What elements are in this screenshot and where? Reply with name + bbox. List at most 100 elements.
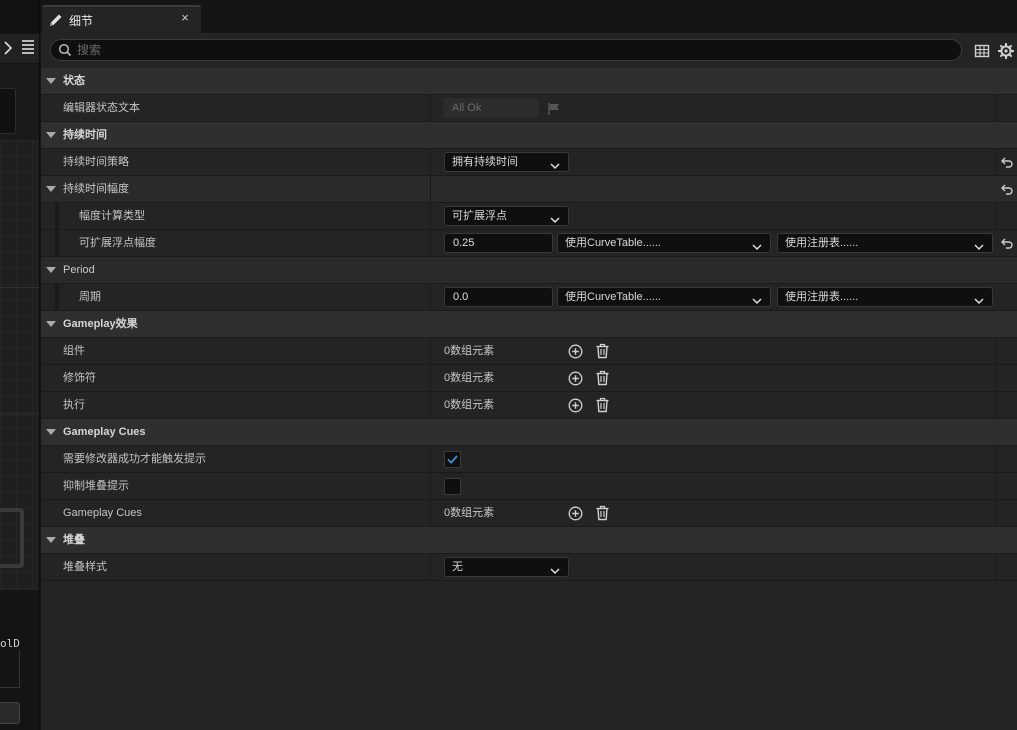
registry-dropdown[interactable]: 使用注册表...... (777, 233, 993, 253)
curve-table-dropdown[interactable]: 使用CurveTable...... (557, 287, 771, 307)
divider (0, 287, 39, 288)
property-label: Gameplay Cues (63, 507, 142, 519)
chevron-down-icon (974, 239, 984, 251)
dropdown-value: 使用注册表...... (785, 291, 859, 303)
category-label: 堆叠 (63, 534, 85, 546)
array-count: 0数组元素 (444, 399, 495, 411)
chevron-down-icon (550, 158, 560, 170)
magnitude-value-input[interactable]: 0.25 (444, 233, 553, 253)
stacking-type-dropdown[interactable]: 无 (444, 557, 569, 577)
property-label: 执行 (63, 399, 85, 411)
table-view-icon[interactable] (974, 43, 990, 59)
curve-table-dropdown[interactable]: 使用CurveTable...... (557, 233, 771, 253)
left-editor-strip: olD (0, 0, 40, 730)
category-label: Gameplay效果 (63, 318, 138, 330)
category-label: Gameplay Cues (63, 426, 146, 438)
trash-icon[interactable] (595, 505, 610, 521)
category-gameplay-effects[interactable]: Gameplay效果 (41, 311, 1017, 338)
property-gameplay-cues: Gameplay Cues 0数组元素 (41, 500, 1017, 527)
left-strip-small-button[interactable] (0, 702, 20, 724)
watermark-glyph (0, 508, 24, 568)
left-strip-box (0, 650, 20, 688)
property-label: 编辑器状态文本 (63, 102, 140, 114)
search-icon (58, 43, 72, 57)
dropdown-value: 无 (452, 561, 463, 573)
collapse-arrow-icon[interactable] (46, 537, 56, 543)
property-scalable-float-magnitude: 可扩展浮点幅度 0.25 使用CurveTable...... 使用注册表...… (41, 230, 1017, 257)
category-label: Period (63, 264, 95, 276)
reset-to-default-icon[interactable] (1000, 155, 1014, 169)
suppress-stacking-checkbox[interactable] (444, 478, 461, 495)
left-strip-top (0, 0, 39, 34)
property-editor-status-text: 编辑器状态文本 All Ok (41, 95, 1017, 122)
property-label: 堆叠样式 (63, 561, 107, 573)
collapse-arrow-icon[interactable] (46, 267, 56, 273)
dropdown-value: 拥有持续时间 (452, 156, 518, 168)
chevron-down-icon (550, 563, 560, 575)
property-label: 组件 (63, 345, 85, 357)
collapse-arrow-icon[interactable] (46, 132, 56, 138)
property-executions: 执行 0数组元素 (41, 392, 1017, 419)
property-label: 修饰符 (63, 372, 96, 384)
property-label: 幅度计算类型 (79, 210, 145, 222)
collapse-arrow-icon[interactable] (46, 321, 56, 327)
array-count: 0数组元素 (444, 372, 495, 384)
property-label: 周期 (79, 291, 101, 303)
panel-list-icon[interactable] (22, 40, 34, 56)
dropdown-value: 使用CurveTable...... (565, 237, 661, 249)
pencil-icon (48, 12, 64, 28)
add-element-icon[interactable] (568, 344, 583, 359)
calc-type-dropdown[interactable]: 可扩展浮点 (444, 206, 569, 226)
search-row (41, 33, 1017, 67)
tab-details[interactable]: 细节 × (42, 5, 201, 33)
collapse-arrow-icon[interactable] (46, 78, 56, 84)
search-input[interactable] (77, 42, 947, 58)
category-stacking[interactable]: 堆叠 (41, 527, 1017, 554)
category-gameplay-cues[interactable]: Gameplay Cues (41, 419, 1017, 446)
property-stacking-type: 堆叠样式 无 (41, 554, 1017, 581)
duration-policy-dropdown[interactable]: 拥有持续时间 (444, 152, 569, 172)
category-label: 状态 (63, 75, 85, 87)
close-icon[interactable]: × (177, 10, 193, 28)
collapse-arrow-icon[interactable] (46, 186, 56, 192)
period-value-input[interactable]: 0.0 (444, 287, 553, 307)
array-count: 0数组元素 (444, 507, 495, 519)
property-components: 组件 0数组元素 (41, 338, 1017, 365)
gear-icon[interactable] (997, 42, 1015, 60)
chevron-right-icon[interactable] (2, 39, 18, 59)
registry-dropdown[interactable]: 使用注册表...... (777, 287, 993, 307)
property-modifiers: 修饰符 0数组元素 (41, 365, 1017, 392)
property-suppress-stacking: 抑制堆叠提示 (41, 473, 1017, 500)
array-count: 0数组元素 (444, 345, 495, 357)
property-require-modifier-success: 需要修改器成功才能触发提示 (41, 446, 1017, 473)
category-period[interactable]: Period (41, 257, 1017, 284)
reset-to-default-icon[interactable] (1000, 236, 1014, 250)
property-label: 需要修改器成功才能触发提示 (63, 453, 206, 465)
add-element-icon[interactable] (568, 371, 583, 386)
category-status[interactable]: 状态 (41, 68, 1017, 95)
trash-icon[interactable] (595, 397, 610, 413)
chevron-down-icon (752, 293, 762, 305)
trash-icon[interactable] (595, 343, 610, 359)
category-label: 持续时间幅度 (63, 183, 129, 195)
collapse-arrow-icon[interactable] (46, 429, 56, 435)
add-element-icon[interactable] (568, 506, 583, 521)
require-modifier-success-checkbox[interactable] (444, 451, 461, 468)
subcategory-duration-magnitude[interactable]: 持续时间幅度 (41, 176, 1017, 203)
add-element-icon[interactable] (568, 398, 583, 413)
property-list: 状态 编辑器状态文本 All Ok 持续时间 持续时间策略 拥有持续时间 持续时… (41, 68, 1017, 581)
tab-title: 细节 (69, 14, 94, 28)
dropdown-value: 使用CurveTable...... (565, 291, 661, 303)
category-duration[interactable]: 持续时间 (41, 122, 1017, 149)
trash-icon[interactable] (595, 370, 610, 386)
dropdown-value: 可扩展浮点 (452, 210, 507, 222)
reset-to-default-icon[interactable] (1000, 182, 1014, 196)
property-period: 周期 0.0 使用CurveTable...... 使用注册表...... (41, 284, 1017, 311)
flag-icon (547, 102, 561, 116)
chevron-down-icon (752, 239, 762, 251)
property-magnitude-calc-type: 幅度计算类型 可扩展浮点 (41, 203, 1017, 230)
property-label: 抑制堆叠提示 (63, 480, 129, 492)
left-strip-button[interactable] (0, 88, 16, 134)
chevron-down-icon (550, 212, 560, 224)
search-box[interactable] (50, 39, 962, 61)
